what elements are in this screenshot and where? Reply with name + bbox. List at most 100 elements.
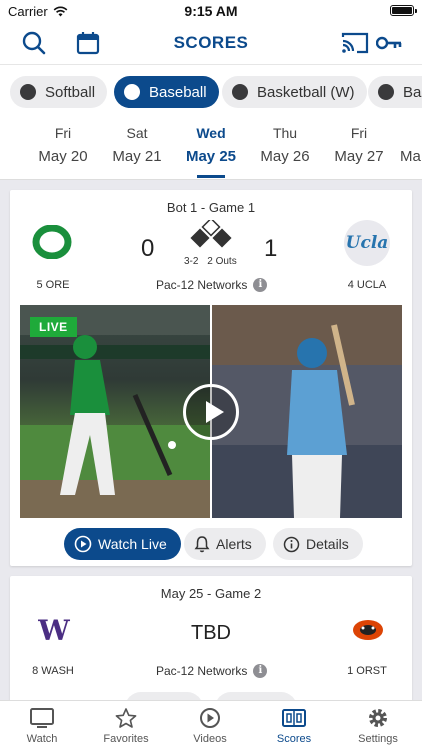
date-dow: Fri	[54, 125, 72, 141]
tab-label: Watch	[26, 733, 58, 745]
tab-scores[interactable]: Scores	[252, 707, 336, 745]
outs-count: 2 Outs	[207, 256, 237, 267]
tv-icon	[30, 708, 54, 728]
date-item[interactable]: Thu May 26	[255, 125, 315, 165]
tab-label: Scores	[276, 733, 312, 745]
tab-label: Settings	[358, 733, 398, 745]
selected-date-indicator	[197, 175, 225, 178]
bell-icon	[194, 536, 210, 553]
date-dow: Thu	[272, 125, 298, 141]
play-circle-icon	[200, 708, 220, 728]
watch-live-label: Watch Live	[98, 536, 167, 552]
ucla-logo-text: Ucla	[345, 233, 389, 253]
battery-icon	[390, 5, 417, 16]
date-label: May 21	[112, 148, 162, 165]
date-label: May 27	[334, 148, 384, 165]
chip-label: Bas	[403, 83, 422, 101]
chip-basketball-women[interactable]: Basketball (W)	[222, 76, 367, 108]
partial-button[interactable]	[215, 692, 297, 700]
chip-basketball-men[interactable]: Bas	[368, 76, 422, 108]
oregon-player-image: LIVE	[20, 305, 210, 518]
game-status: May 25 - Game 2	[160, 586, 262, 601]
softball-icon	[20, 84, 36, 100]
batter-illustration	[212, 305, 402, 518]
chip-label: Softball	[45, 83, 96, 101]
nav-bar: SCORES	[0, 22, 422, 64]
basketball-icon	[378, 84, 394, 100]
away-team-name: 8 WASH	[32, 665, 74, 677]
game-status: Bot 1 - Game 1	[166, 200, 256, 215]
alerts-label: Alerts	[216, 536, 252, 552]
oregon-o-icon	[32, 225, 72, 259]
date-dow: Fri	[350, 125, 368, 141]
scores-list[interactable]: Bot 1 - Game 1 5 ORE 0 3-2 2 Outs 1 Ucla…	[0, 180, 422, 700]
date-label: May 25	[185, 148, 237, 165]
status-bar: Carrier 9:15 AM	[0, 0, 422, 22]
info-circle-icon	[283, 536, 300, 552]
date-dow	[400, 125, 422, 141]
broadcast-network: Pac-12 Networks i	[156, 278, 268, 292]
date-dow	[0, 125, 14, 141]
date-item[interactable]: Fri May 27	[329, 125, 389, 165]
sport-filter-row: Softball Baseball Basketball (W) Bas	[0, 64, 422, 118]
scoreboard-icon	[282, 709, 306, 727]
oregon-logo[interactable]	[28, 218, 76, 266]
details-button[interactable]: Details	[273, 528, 363, 560]
watch-live-button[interactable]: Watch Live	[64, 528, 181, 560]
network-label: Pac-12 Networks	[156, 664, 248, 678]
broadcast-network: Pac-12 Networks i	[156, 664, 268, 678]
game-card[interactable]: May 25 - Game 2 W 8 WASH TBD 1 ORST Pac-…	[10, 576, 412, 700]
details-label: Details	[306, 536, 349, 552]
date-label: Ma	[400, 148, 421, 165]
ball-strike-count: 3-2	[184, 256, 199, 267]
tab-videos[interactable]: Videos	[168, 707, 252, 745]
date-selector: 19 Fri May 20 Sat May 21 Wed May 25 Thu …	[0, 118, 422, 180]
tab-bar: Watch Favorites Videos Scores Settings	[0, 700, 422, 750]
game-actions: Watch Live Alerts Details	[10, 528, 412, 560]
key-icon[interactable]	[376, 29, 402, 57]
chip-label: Basketball (W)	[257, 83, 355, 101]
partial-button[interactable]	[125, 692, 203, 700]
home-team-name: 1 ORST	[347, 665, 387, 677]
tab-favorites[interactable]: Favorites	[84, 707, 168, 745]
gear-icon	[369, 709, 387, 727]
live-badge: LIVE	[30, 317, 77, 337]
info-icon[interactable]: i	[253, 278, 268, 292]
date-dow: Wed	[196, 125, 226, 141]
chip-label: Baseball	[149, 83, 207, 101]
date-label: 19	[0, 148, 14, 165]
tab-label: Favorites	[103, 733, 149, 745]
tab-watch[interactable]: Watch	[0, 707, 84, 745]
basketball-icon	[232, 84, 248, 100]
away-team-name: 5 ORE	[36, 279, 70, 291]
oregon-state-logo[interactable]	[344, 606, 392, 654]
date-item[interactable]: Ma	[400, 125, 422, 165]
date-item[interactable]: Fri May 20	[33, 125, 93, 165]
ucla-logo[interactable]: Ucla	[344, 220, 390, 266]
baseball-icon	[124, 84, 140, 100]
date-item[interactable]: 19	[0, 125, 14, 165]
live-video-thumbnail[interactable]: LIVE	[20, 305, 402, 518]
home-team-name: 4 UCLA	[347, 279, 387, 291]
play-button[interactable]	[183, 384, 239, 440]
star-icon	[115, 708, 137, 728]
date-item[interactable]: Sat May 21	[107, 125, 167, 165]
play-circle-icon	[74, 535, 92, 553]
tab-label: Videos	[193, 733, 227, 745]
date-item-selected[interactable]: Wed May 25	[181, 125, 241, 165]
date-label: May 20	[38, 148, 88, 165]
info-icon[interactable]: i	[253, 664, 268, 678]
tab-settings[interactable]: Settings	[336, 707, 420, 745]
home-score: 1	[264, 235, 278, 262]
alerts-button[interactable]: Alerts	[184, 528, 266, 560]
away-score: 0	[141, 235, 155, 262]
bases-diamond-icon	[190, 220, 232, 248]
status-time: 9:15 AM	[184, 3, 238, 19]
game-card[interactable]: Bot 1 - Game 1 5 ORE 0 3-2 2 Outs 1 Ucla…	[10, 190, 412, 566]
chip-softball[interactable]: Softball	[10, 76, 108, 108]
count-display: 3-2 2 Outs	[184, 256, 237, 267]
chip-baseball[interactable]: Baseball	[114, 76, 219, 108]
beaver-icon	[353, 620, 383, 640]
cast-icon[interactable]	[340, 29, 370, 57]
date-dow: Sat	[126, 125, 148, 141]
